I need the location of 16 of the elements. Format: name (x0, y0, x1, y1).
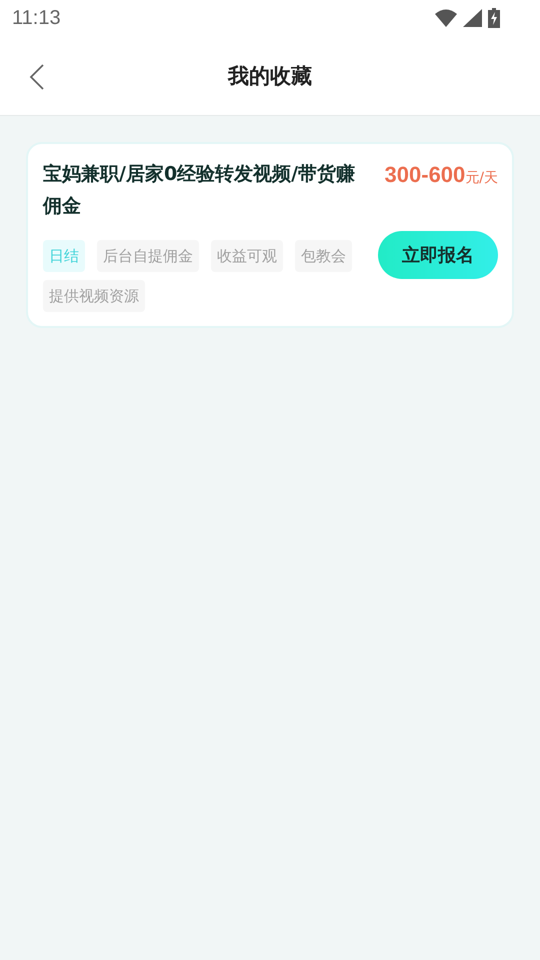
job-title: 宝妈兼职/居家0经验转发视频/带货赚佣金 (43, 162, 356, 219)
battery-icon (488, 8, 500, 28)
wifi-icon (435, 9, 457, 27)
salary: 300-600 (384, 162, 466, 188)
signal-icon (463, 9, 482, 27)
page-title: 我的收藏 (228, 62, 312, 90)
status-time: 11:13 (12, 6, 61, 30)
job-tag: 提供视频资源 (43, 280, 145, 312)
back-icon[interactable] (28, 63, 46, 91)
job-tag: 日结 (43, 240, 85, 272)
salary-unit: 元/天 (465, 169, 498, 187)
job-tag: 后台自提佣金 (97, 240, 199, 272)
job-card[interactable]: 宝妈兼职/居家0经验转发视频/带货赚佣金 300-600元/天 日结 后台自提佣金 收益可观 包教会 提供视频资源 立即报名 (26, 142, 514, 328)
apply-button[interactable]: 立即报名 (378, 231, 498, 279)
job-tag: 收益可观 (211, 240, 283, 272)
job-tag: 包教会 (295, 240, 352, 272)
